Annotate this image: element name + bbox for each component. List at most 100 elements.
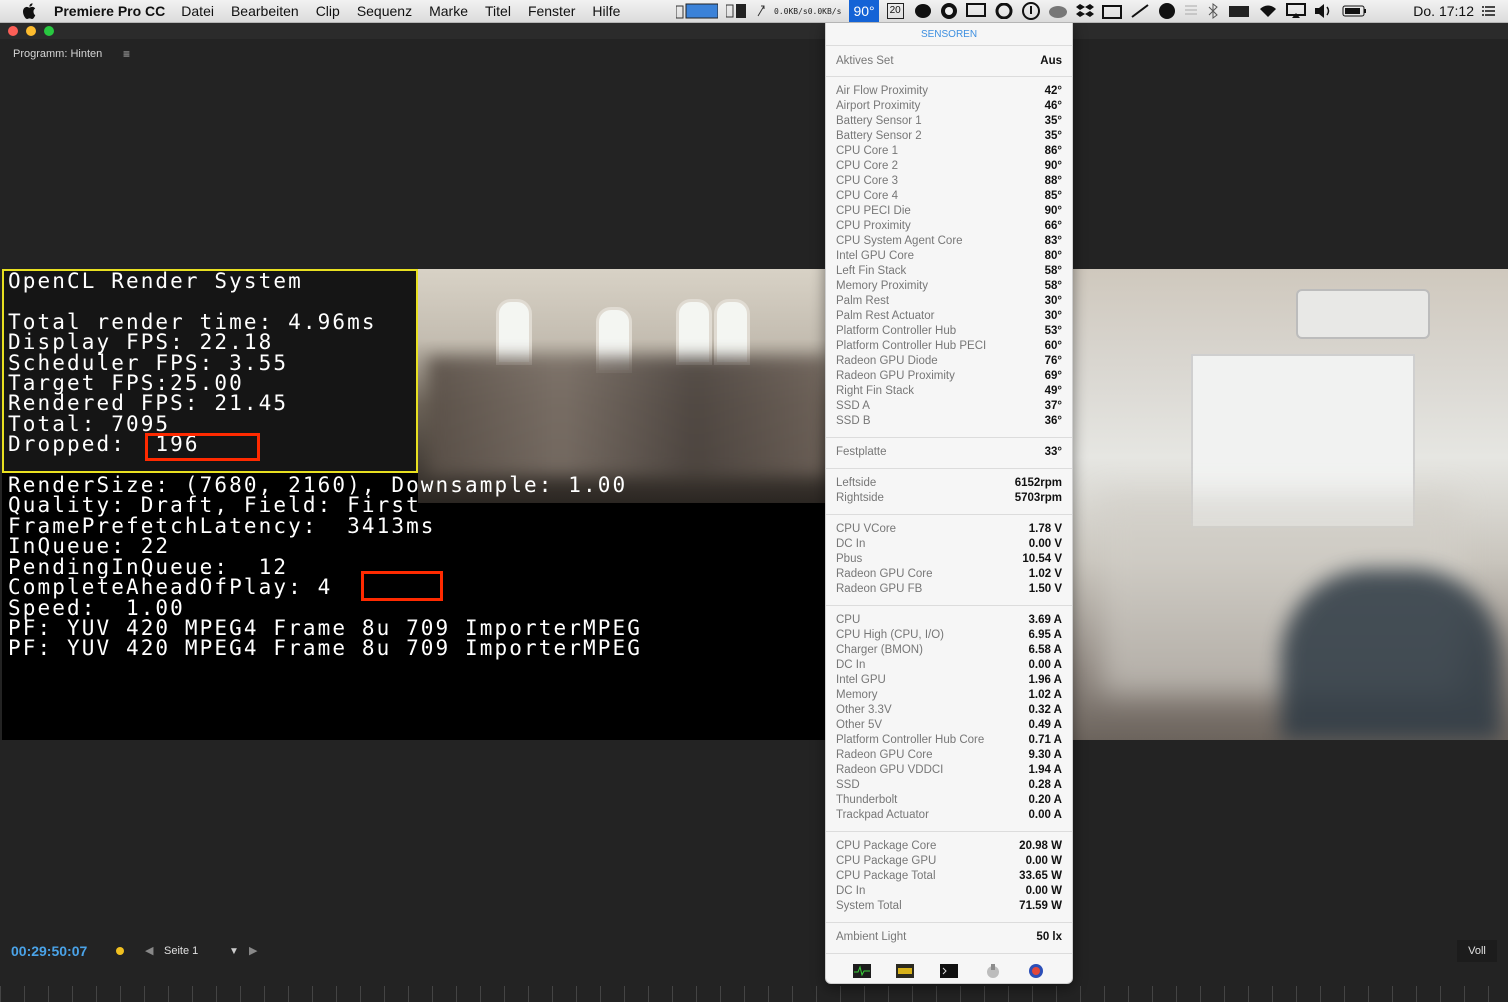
diag-line: Target FPS:25.00 [8, 371, 244, 396]
sensor-label: DC In [836, 659, 866, 671]
fan-section: Leftside 6152rpm Rightside 5703rpm [826, 468, 1072, 514]
page-select[interactable]: Seite 1 [164, 945, 198, 957]
sensor-label: Thunderbolt [836, 794, 898, 806]
sensor-value: 53° [1044, 325, 1062, 337]
sensor-label: DC In [836, 538, 866, 550]
sensor-value: 85° [1044, 190, 1062, 202]
keyboard-icon[interactable] [1228, 3, 1250, 19]
menu-marke[interactable]: Marke [429, 3, 468, 19]
app-menu[interactable]: Premiere Pro CC [54, 3, 165, 19]
chat-icon[interactable] [914, 3, 932, 19]
status-menus: 0.0KB/s 0.0KB/s 90° 20 [676, 0, 1376, 22]
sensor-row: Platform Controller Hub PECI 60° [836, 339, 1062, 354]
sensor-label: Air Flow Proximity [836, 85, 929, 97]
sensor-value: 5703rpm [1014, 492, 1062, 504]
info-icon[interactable] [1021, 2, 1040, 20]
wifi-icon[interactable] [1258, 3, 1278, 19]
marker-dot[interactable] [116, 947, 124, 955]
dropbox-icon[interactable] [1075, 3, 1094, 19]
window-shape [676, 299, 712, 365]
sensor-value: 46° [1044, 100, 1062, 112]
sensor-row: CPU Core 1 86° [836, 144, 1062, 159]
minimize-window-button[interactable] [26, 26, 36, 36]
menu-clip[interactable]: Clip [316, 3, 340, 19]
sensor-row: Radeon GPU Diode 76° [836, 354, 1062, 369]
sensor-label: Trackpad Actuator [836, 809, 929, 821]
sensor-row: Memory Proximity 58° [836, 279, 1062, 294]
memory-graph-icon[interactable] [726, 3, 748, 19]
sensor-label: Rightside [836, 492, 884, 504]
sensor-label: CPU VCore [836, 523, 897, 535]
network-speed[interactable]: 0.0KB/s 0.0KB/s [774, 7, 841, 16]
coffee-icon[interactable] [1048, 3, 1068, 19]
previous-page-icon[interactable]: ◀ [145, 944, 153, 957]
sensor-value: 58° [1044, 280, 1062, 292]
lines-icon[interactable] [1184, 3, 1198, 19]
sensor-row: Left Fin Stack 58° [836, 264, 1062, 279]
sensor-value: 42° [1044, 85, 1062, 97]
terminal-icon[interactable] [939, 963, 958, 979]
clock[interactable]: Do. 17:12 [1413, 3, 1474, 19]
sensor-label: CPU Core 4 [836, 190, 898, 202]
airplay-screen-icon[interactable] [965, 3, 986, 19]
activity-monitor-icon[interactable] [852, 963, 871, 979]
sensor-value: 58° [1044, 265, 1062, 277]
notification-center-icon[interactable] [1482, 4, 1496, 21]
bluetooth-icon[interactable] [1206, 3, 1220, 19]
istat-icon[interactable] [1027, 963, 1045, 979]
sensor-row: Palm Rest 30° [836, 294, 1062, 309]
sensor-row: CPU System Agent Core 83° [836, 234, 1062, 249]
vectorworks-icon[interactable] [1158, 2, 1176, 20]
sensor-value: 10.54 V [1022, 553, 1062, 565]
menu-fenster[interactable]: Fenster [528, 3, 575, 19]
airplay-icon[interactable] [1285, 3, 1306, 19]
sensor-value: 33.65 W [1019, 870, 1062, 882]
sensor-label: System Total [836, 900, 902, 912]
sensor-label: Battery Sensor 2 [836, 130, 922, 142]
diag-line: PendingInQueue: 12 [8, 554, 289, 579]
menu-sequenz[interactable]: Sequenz [357, 3, 412, 19]
sensor-row: Charger (BMON) 6.58 A [836, 643, 1062, 658]
photos-icon[interactable] [1101, 3, 1122, 19]
menu-datei[interactable]: Datei [181, 3, 214, 19]
chevron-down-icon[interactable]: ▼ [229, 946, 239, 957]
next-page-icon[interactable]: ▶ [249, 944, 257, 957]
sensor-row: Festplatte 33° [836, 445, 1062, 460]
sensor-row[interactable]: Aktives Set Aus [836, 54, 1062, 69]
sensor-value: 30° [1044, 310, 1062, 322]
volume-icon[interactable] [1314, 3, 1334, 19]
close-window-button[interactable] [8, 26, 18, 36]
sensor-value: 0.00 W [1025, 885, 1062, 897]
sensor-row: System Total 71.59 W [836, 899, 1062, 914]
apple-icon[interactable] [20, 2, 38, 20]
calendar-icon[interactable]: 20 [886, 3, 904, 19]
menu-titel[interactable]: Titel [485, 3, 511, 19]
render-diagnostics: OpenCL Render System Total render time: … [8, 270, 642, 659]
panel-title[interactable]: Programm: Hinten [13, 48, 102, 60]
blurred-person [1281, 569, 1501, 740]
menu-bearbeiten[interactable]: Bearbeiten [231, 3, 299, 19]
temperature-section: Air Flow Proximity 42° Airport Proximity 4… [826, 76, 1072, 437]
playhead-timecode[interactable]: 00:29:50:07 [11, 943, 87, 959]
panel-menu-icon[interactable]: ≡ [123, 47, 130, 61]
sensor-row: Air Flow Proximity 42° [836, 84, 1062, 99]
vpn-icon[interactable] [940, 2, 958, 20]
zoom-select[interactable]: Voll [1457, 940, 1497, 962]
sensor-value: 1.02 A [1028, 689, 1062, 701]
sync-icon[interactable] [1130, 3, 1150, 19]
disk-utility-icon[interactable] [984, 963, 1002, 979]
zoom-window-button[interactable] [44, 26, 54, 36]
program-monitor-video[interactable]: OpenCL Render System Total render time: … [2, 269, 1508, 740]
menu-hilfe[interactable]: Hilfe [592, 3, 620, 19]
sensor-row: CPU Package GPU 0.00 W [836, 854, 1062, 869]
time-ruler[interactable] [0, 986, 1508, 1002]
current-section: CPU 3.69 A CPU High (CPU, I/O) 6.95 A Char… [826, 605, 1072, 831]
cpu-graph-icon[interactable] [676, 3, 718, 19]
marker-app-icon[interactable] [896, 963, 915, 979]
temperature-badge[interactable]: 90° [849, 0, 879, 22]
creative-cloud-icon[interactable] [994, 3, 1014, 19]
sensor-value: 90° [1044, 205, 1062, 217]
battery-icon[interactable] [1342, 4, 1368, 18]
sensor-label: CPU System Agent Core [836, 235, 963, 247]
sensor-row: Other 3.3V 0.32 A [836, 703, 1062, 718]
